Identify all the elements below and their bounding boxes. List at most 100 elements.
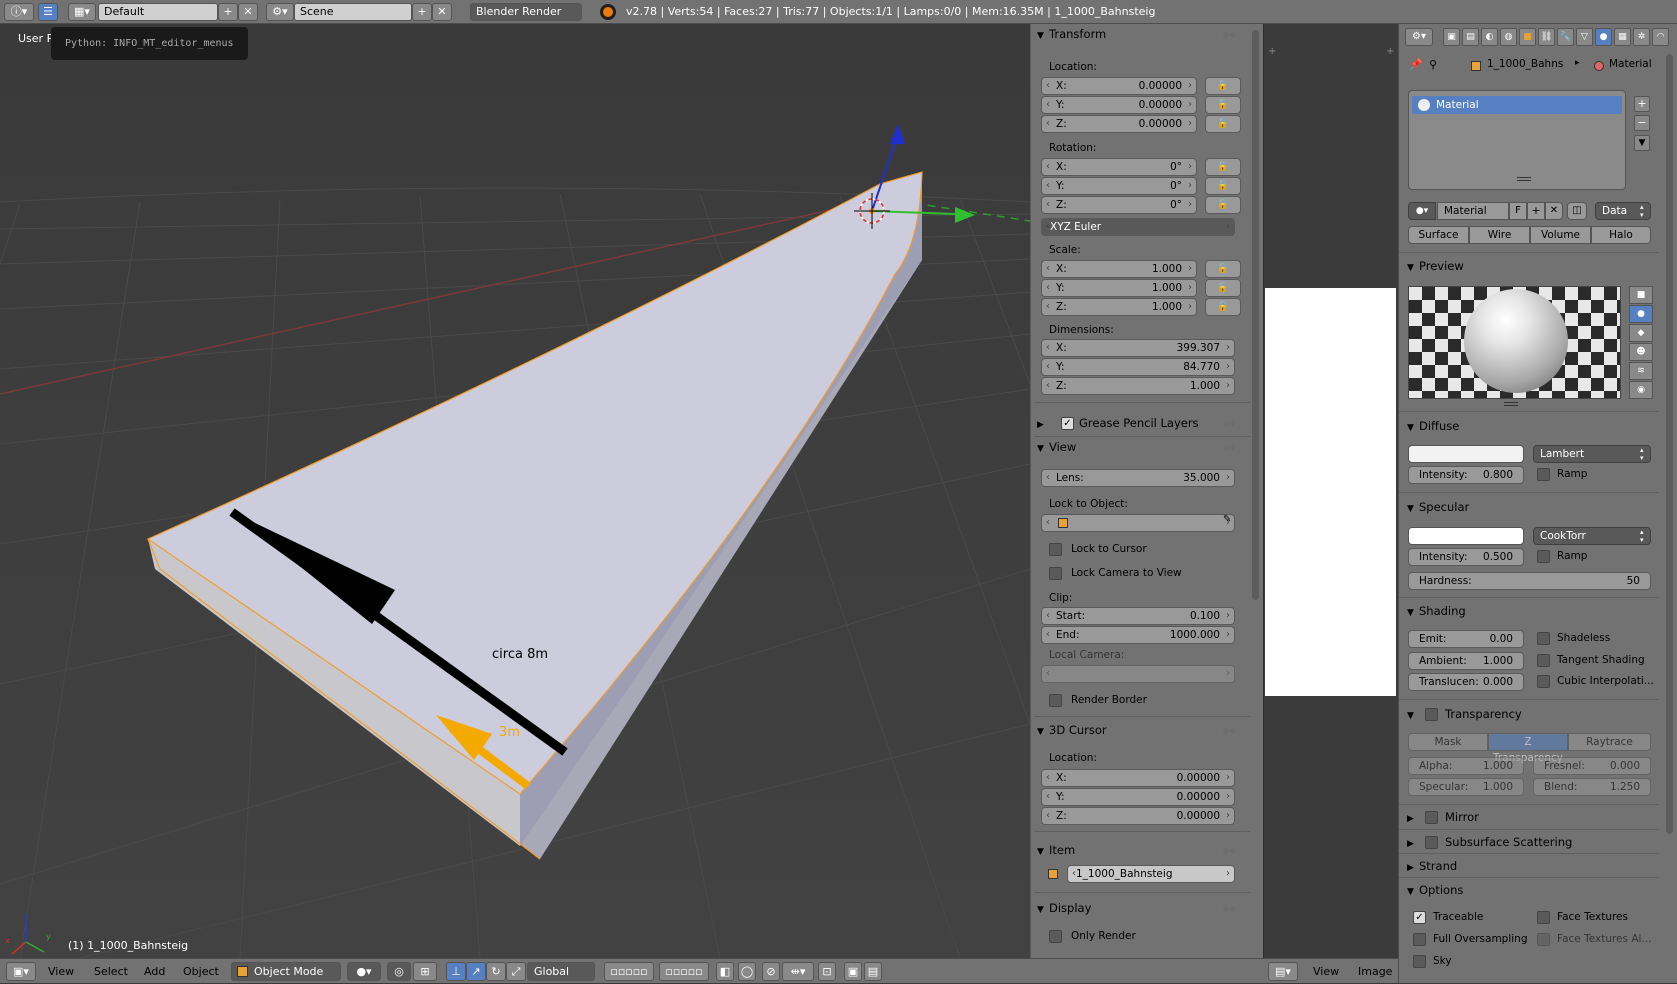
sky-checkbox[interactable] <box>1413 955 1426 968</box>
diffuse-intensity-field[interactable]: Intensity: 0.800 <box>1408 466 1524 484</box>
blend-field[interactable]: Blend: 1.250 <box>1533 778 1651 796</box>
menu-add[interactable]: Add <box>144 959 165 984</box>
layers-grid-2[interactable]: ▫▫▫▫▫ <box>659 962 709 981</box>
rotation-y-lock-icon[interactable]: 🔓 <box>1205 177 1241 195</box>
alpha-field[interactable]: Alpha: 1.000 <box>1408 757 1524 775</box>
cubic-interpolation-checkbox[interactable] <box>1537 675 1550 688</box>
material-slot-item[interactable]: Material <box>1412 96 1622 114</box>
specular-color-swatch[interactable] <box>1408 527 1524 545</box>
clip-start-field[interactable]: Start:0.100 <box>1041 607 1235 625</box>
transparency-raytrace-tab[interactable]: Raytrace <box>1568 733 1651 751</box>
scene-tab-icon[interactable]: ◐ <box>1481 28 1498 46</box>
preview-plane-icon[interactable]: ■ <box>1629 286 1653 304</box>
dimensions-x-field[interactable]: X:399.307 <box>1041 339 1235 357</box>
fresnel-field[interactable]: Fresnel: 0.000 <box>1533 757 1651 775</box>
preview-sky-icon[interactable]: ◉ <box>1629 381 1653 399</box>
item-panel-header[interactable]: ▼ Item <box>1037 840 1247 860</box>
add-slot-icon[interactable]: + <box>1634 96 1650 112</box>
cursor-x-field[interactable]: X:0.00000 <box>1041 769 1235 787</box>
node-toggle-icon[interactable]: ◫ <box>1567 202 1587 220</box>
snap-target-icon[interactable]: ⇹▾ <box>782 962 814 981</box>
snap-icon[interactable]: ⊘ <box>762 962 780 981</box>
scene-icon[interactable]: ⚙▾ <box>266 3 294 21</box>
pin-icon[interactable]: 📌 <box>1409 58 1423 71</box>
strand-panel-header[interactable]: ▶ Strand <box>1407 856 1457 876</box>
lock-to-object-field[interactable] <box>1041 514 1235 532</box>
editor-type-icon[interactable]: ▣▾ <box>6 962 36 981</box>
dimensions-z-field[interactable]: Z:1.000 <box>1041 377 1235 395</box>
list-resize-handle[interactable] <box>1517 177 1531 181</box>
properties-editor-type-icon[interactable]: ⚙▾ <box>1405 28 1433 46</box>
location-z-field[interactable]: Z:0.00000 <box>1041 115 1197 133</box>
rotation-x-lock-icon[interactable]: 🔓 <box>1205 158 1241 176</box>
location-y-field[interactable]: Y:0.00000 <box>1041 96 1197 114</box>
emit-field[interactable]: Emit: 0.00 <box>1408 630 1524 648</box>
orientation-select[interactable]: Global <box>527 962 595 981</box>
scale-icon[interactable]: ⤢ <box>506 962 526 981</box>
screen-layout-icon[interactable]: ▦▾ <box>68 3 96 21</box>
cursor-z-field[interactable]: Z:0.00000 <box>1041 807 1235 825</box>
tab-volume[interactable]: Volume <box>1530 226 1591 244</box>
image-editor-type-icon[interactable]: ▤▾ <box>1268 962 1298 981</box>
lock-to-cursor-checkbox[interactable] <box>1049 543 1062 556</box>
scale-z-lock-icon[interactable]: 🔓 <box>1205 298 1241 316</box>
lens-field[interactable]: Lens:35.000 <box>1041 469 1235 487</box>
slot-specials-icon[interactable]: ▼ <box>1634 135 1650 151</box>
layout-name-field[interactable]: Default <box>98 3 218 21</box>
physics-tab-icon[interactable]: ◠ <box>1652 28 1669 46</box>
location-x-lock-icon[interactable]: 🔓 <box>1205 77 1241 95</box>
transparency-panel-header[interactable]: ▼ <box>1407 704 1419 724</box>
image-editor-plus-icon[interactable]: + <box>1268 46 1276 57</box>
hardness-field[interactable]: Hardness: 50 <box>1408 572 1651 590</box>
object-name-field[interactable]: 1_1000_Bahnsteig <box>1067 865 1235 883</box>
image-menu-image[interactable]: Image <box>1358 959 1392 984</box>
diffuse-ramp-checkbox[interactable] <box>1537 468 1550 481</box>
texture-tab-icon[interactable]: ▦ <box>1614 28 1631 46</box>
scale-x-field[interactable]: X:1.000 <box>1041 260 1197 278</box>
manipulator-toggle-icon[interactable]: ⊥ <box>446 962 466 981</box>
material-tab-icon[interactable]: ● <box>1595 28 1612 46</box>
layers-tab-icon[interactable]: ▤ <box>1462 28 1479 46</box>
add-layout-icon[interactable]: + <box>218 3 238 21</box>
only-render-checkbox[interactable] <box>1049 930 1062 943</box>
cursor-y-field[interactable]: Y:0.00000 <box>1041 788 1235 806</box>
sss-panel-header[interactable]: ▶ <box>1407 832 1419 852</box>
preview-hair-icon[interactable]: ≋ <box>1629 362 1653 380</box>
traceable-checkbox[interactable]: ✓ <box>1413 911 1426 924</box>
scale-y-field[interactable]: Y:1.000 <box>1041 279 1197 297</box>
material-browse-icon[interactable]: ●▾ <box>1408 202 1436 220</box>
full-oversampling-checkbox[interactable] <box>1413 933 1426 946</box>
location-y-lock-icon[interactable]: 🔓 <box>1205 96 1241 114</box>
preview-monkey-icon[interactable]: ☻ <box>1629 343 1653 361</box>
lock-camera-checkbox[interactable] <box>1049 567 1062 580</box>
proportional-edit-icon[interactable]: ◯ <box>738 962 756 981</box>
transparency-mask-tab[interactable]: Mask <box>1408 733 1488 751</box>
view-panel-header[interactable]: ▼ View <box>1037 437 1247 457</box>
3d-viewport[interactable]: User Pe circa 8m 3m z y x (1) 1_1000_Bah… <box>0 24 1030 958</box>
add-scene-icon[interactable]: + <box>412 3 432 21</box>
preview-cube-icon[interactable]: ◆ <box>1629 324 1653 342</box>
rotation-y-field[interactable]: Y:0° <box>1041 177 1197 195</box>
link-mode-select[interactable]: Data <box>1595 202 1651 220</box>
preview-panel-header[interactable]: ▼ Preview <box>1407 256 1464 276</box>
tab-wire[interactable]: Wire <box>1469 226 1530 244</box>
transparency-checkbox[interactable] <box>1425 708 1438 721</box>
tab-surface[interactable]: Surface <box>1408 226 1469 244</box>
scale-z-field[interactable]: Z:1.000 <box>1041 298 1197 316</box>
location-z-lock-icon[interactable]: 🔓 <box>1205 115 1241 133</box>
rotate-icon[interactable]: ↻ <box>486 962 506 981</box>
tab-halo[interactable]: Halo <box>1591 226 1651 244</box>
viewport-shading-select[interactable]: ●▾ <box>347 962 381 981</box>
particles-tab-icon[interactable]: ✲ <box>1633 28 1650 46</box>
remove-scene-icon[interactable]: ✕ <box>432 3 452 21</box>
manipulator-icon[interactable]: ⊞ <box>413 962 437 981</box>
location-x-field[interactable]: X:0.00000 <box>1041 77 1197 95</box>
scene-name-field[interactable]: Scene <box>294 3 412 21</box>
fake-user-button[interactable]: F <box>1509 202 1527 220</box>
render-anim-icon[interactable]: ▤ <box>864 962 882 981</box>
dimensions-y-field[interactable]: Y:84.770 <box>1041 358 1235 376</box>
diffuse-shader-select[interactable]: Lambert <box>1533 445 1651 463</box>
menu-object[interactable]: Object <box>183 959 219 984</box>
snap-element-icon[interactable]: ⊡ <box>818 962 836 981</box>
translate-icon[interactable]: ↗ <box>466 962 486 981</box>
